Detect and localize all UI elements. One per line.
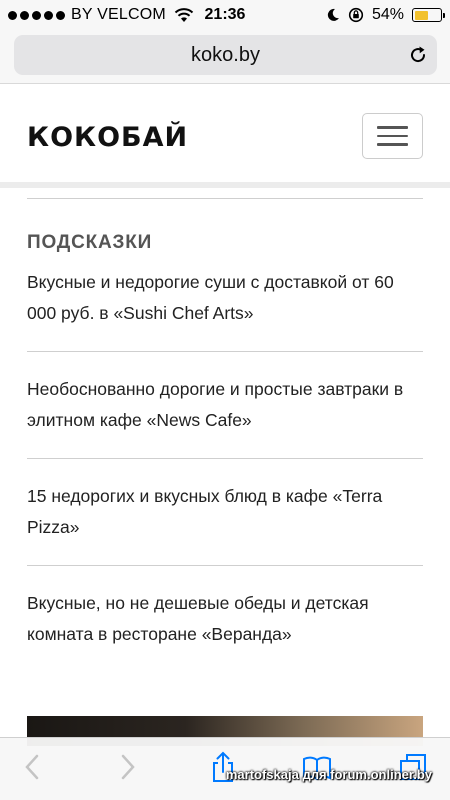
browser-address-area: koko.by (0, 30, 450, 84)
carrier-name: BY VELCOM (71, 6, 166, 23)
watermark: martofskaja для forum.onliner.by (225, 767, 432, 782)
url-text: koko.by (191, 43, 260, 66)
tip-item[interactable]: Вкусные, но не дешевые обеды и детская к… (27, 588, 423, 672)
address-bar[interactable]: koko.by (14, 35, 437, 75)
forward-icon[interactable] (112, 750, 142, 784)
tip-item[interactable]: 15 недорогих и вкусных блюд в кафе «Terr… (27, 481, 423, 566)
tip-item[interactable]: Вкусные и недорогие суши с доставкой от … (27, 267, 423, 352)
battery-percent: 54% (371, 6, 404, 23)
battery-icon (412, 8, 445, 22)
menu-toggle-button[interactable] (362, 113, 423, 159)
divider (27, 198, 423, 199)
back-icon[interactable] (18, 750, 48, 784)
site-logo[interactable]: КОКОБАЙ (27, 122, 188, 153)
section-title: ПОДСКАЗКИ (27, 232, 153, 253)
rotation-lock-icon (348, 7, 364, 23)
site-header: КОКОБАЙ (0, 84, 450, 188)
hamburger-icon (377, 126, 408, 129)
reload-icon[interactable] (407, 44, 429, 66)
wifi-icon (174, 8, 194, 22)
battery-level-fill (414, 10, 428, 20)
status-bar: BY VELCOM 21:36 54% (0, 0, 450, 30)
signal-strength-icon (8, 10, 65, 20)
tips-list: Вкусные и недорогие суши с доставкой от … (27, 267, 423, 672)
moon-icon (327, 8, 339, 21)
main-content: ПОДСКАЗКИ Вкусные и недорогие суши с дос… (27, 198, 423, 694)
browser-toolbar: martofskaja для forum.onliner.by (0, 737, 450, 800)
tip-item[interactable]: Необоснованно дорогие и простые завтраки… (27, 374, 423, 459)
